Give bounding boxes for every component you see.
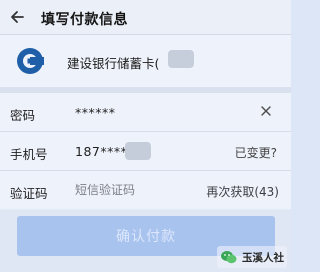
clear-x-icon [261, 106, 271, 116]
ccb-bank-logo [17, 48, 44, 74]
phone-changed-link[interactable]: 已变更? [235, 144, 277, 161]
password-field-wrapper [75, 105, 225, 120]
verification-code-row: 验证码 再次获取(43) [0, 171, 291, 209]
watermark-text: 玉溪人社 [242, 251, 284, 264]
resend-code-button[interactable]: 再次获取(43) [206, 183, 279, 200]
password-row: 密码 [0, 93, 291, 132]
back-arrow-icon [11, 11, 24, 23]
phone-row: 手机号 187**** 已变更? [0, 132, 291, 171]
password-label: 密码 [10, 108, 36, 123]
sms-code-input[interactable] [75, 180, 185, 200]
watermark: 玉溪人社 [217, 246, 287, 268]
phone-label: 手机号 [10, 147, 48, 162]
page-title: 填写付款信息 [41, 12, 128, 28]
masked-card-number [168, 50, 194, 68]
bank-card-selector[interactable]: 建设银行储蓄卡( [0, 35, 291, 87]
wechat-logo-icon [221, 251, 237, 264]
bank-card-name: 建设银行储蓄卡( [67, 56, 160, 71]
verification-code-label: 验证码 [10, 186, 48, 201]
clear-password-button[interactable] [259, 104, 273, 118]
password-input[interactable] [75, 105, 225, 120]
payment-info-screen: 填写付款信息 建设银行储蓄卡( 密码 手机号 187**** 已变更? 验证码 [0, 0, 291, 272]
phone-number: 187**** [75, 144, 128, 159]
masked-phone-digits [125, 142, 151, 160]
back-button[interactable] [8, 6, 30, 28]
top-header: 填写付款信息 [0, 0, 291, 35]
